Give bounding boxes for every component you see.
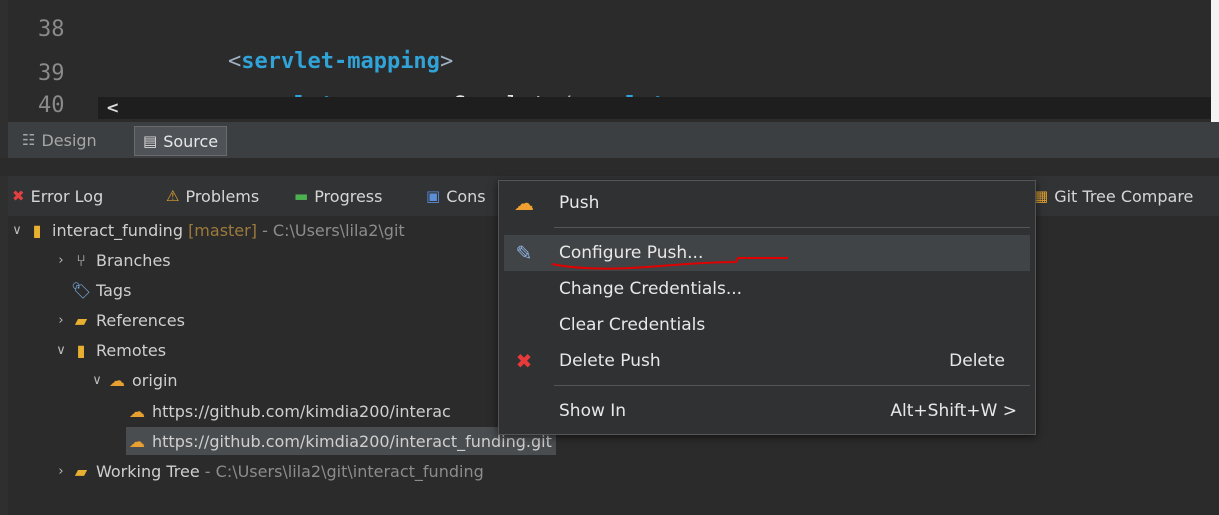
editor-tab-bar: ☷ Design ▤ Source: [8, 122, 1219, 159]
menu-item-show-in[interactable]: Show In Alt+Shift+W >: [499, 393, 1035, 429]
menu-item-delete-push[interactable]: ✖ Delete Push Delete: [499, 343, 1035, 379]
git-tree-compare-icon: ▦: [1034, 187, 1049, 205]
tree-branches[interactable]: › ⑂ Branches: [52, 246, 170, 274]
scroll-left-arrow[interactable]: <: [106, 97, 119, 119]
error-log-icon: ✖: [12, 187, 25, 205]
menu-item-clear-credentials[interactable]: Clear Credentials: [499, 307, 1035, 343]
folder-icon: ▰: [74, 310, 88, 330]
tree-working-tree[interactable]: › ▰ Working Tree - C:\Users\lila2\git\in…: [52, 457, 483, 485]
fetch-icon: ☁: [129, 401, 145, 421]
tags-icon: 🏷: [70, 280, 92, 300]
menu-item-push[interactable]: ☁ Push: [499, 185, 1035, 221]
code-line-40: 40 <url-pattern>/</url-pattern>: [38, 93, 65, 118]
branches-icon: ⑂: [76, 250, 86, 270]
tab-git-tree-compare[interactable]: ▦ Git Tree Compare: [1034, 182, 1193, 210]
menu-separator: [554, 227, 1030, 228]
partial-code-line: 38 <servlet-mapping>: [38, 17, 454, 74]
delete-icon: ✖: [515, 349, 533, 373]
annotation-underline: [551, 257, 788, 270]
console-icon: ▣: [426, 187, 441, 205]
repository-icon: ▮: [32, 220, 42, 240]
chevron-down-icon[interactable]: ∨: [8, 223, 26, 238]
tab-error-log[interactable]: ✖ Error Log: [12, 182, 103, 210]
tree-repo[interactable]: ∨ ▮ interact_funding [master] - C:\Users…: [8, 216, 404, 244]
left-edge: [0, 0, 8, 515]
tree-remotes[interactable]: ∨ ▮ Remotes: [52, 336, 166, 364]
chevron-down-icon[interactable]: ∨: [52, 343, 70, 358]
tree-tags[interactable]: 🏷 Tags: [70, 276, 132, 304]
horizontal-scrollbar[interactable]: <: [98, 97, 1211, 119]
context-menu: ☁ Push ✎ Configure Push... Change Creden…: [498, 180, 1036, 435]
code-editor[interactable]: 38 <servlet-mapping> 39 <servlet-name>ap…: [8, 0, 1211, 122]
remote-origin-icon: ☁: [109, 370, 125, 390]
tree-references[interactable]: › ▰ References: [52, 306, 185, 334]
source-icon: ▤: [143, 132, 158, 150]
push-icon: ☁: [129, 431, 145, 451]
configure-icon: ✎: [515, 241, 533, 265]
tab-problems[interactable]: ⚠ Problems: [166, 182, 259, 210]
progress-icon: ▬: [294, 187, 309, 205]
chevron-right-icon[interactable]: ›: [52, 253, 70, 268]
divider: [0, 158, 1219, 176]
tab-source[interactable]: ▤ Source: [134, 126, 228, 156]
menu-item-change-credentials[interactable]: Change Credentials...: [499, 271, 1035, 307]
problems-icon: ⚠: [166, 187, 180, 205]
menu-separator: [554, 385, 1030, 386]
chevron-right-icon[interactable]: ›: [52, 313, 70, 328]
tab-design[interactable]: ☷ Design: [14, 126, 105, 154]
eclipse-window: 38 <servlet-mapping> 39 <servlet-name>ap…: [0, 0, 1219, 515]
tab-console[interactable]: ▣ Cons: [426, 182, 486, 210]
tree-push-url[interactable]: ☁ https://github.com/kimdia200/interact_…: [126, 427, 556, 455]
tree-fetch-url[interactable]: ☁ https://github.com/kimdia200/interac: [126, 397, 451, 425]
chevron-right-icon[interactable]: ›: [52, 464, 70, 479]
tree-origin[interactable]: ∨ ☁ origin: [88, 366, 177, 394]
design-icon: ☷: [22, 131, 36, 149]
tab-progress[interactable]: ▬ Progress: [294, 182, 382, 210]
remotes-icon: ▮: [76, 340, 86, 360]
chevron-down-icon[interactable]: ∨: [88, 373, 106, 388]
folder-icon: ▰: [74, 461, 88, 481]
code-line-39: 39 <servlet-name>appServlet</servlet-nam…: [38, 61, 745, 118]
push-icon: ☁: [514, 191, 534, 215]
